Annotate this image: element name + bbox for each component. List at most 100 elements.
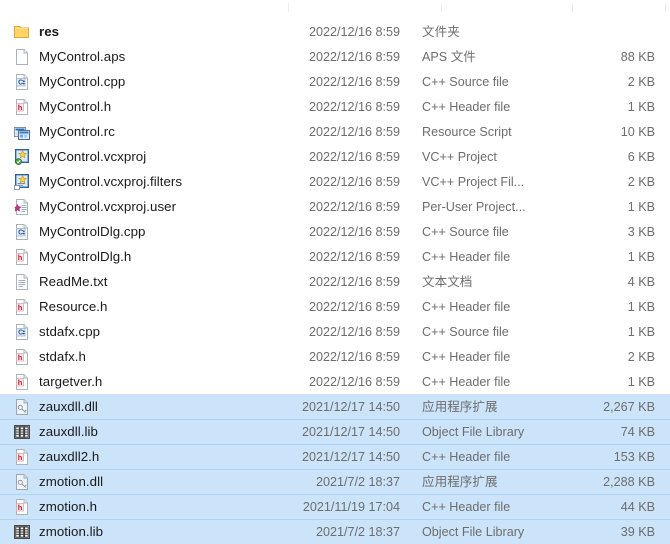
file-name-label: stdafx.h (39, 348, 86, 364)
table-row[interactable]: MyControl.rc 2022/12/16 8:59 Resource Scri… (0, 119, 670, 144)
table-row[interactable]: h Resource.h 2022/12/16 8:59 C++ Header fil… (0, 294, 670, 319)
cell-date-modified: 2021/7/2 18:37 (315, 524, 400, 539)
dll-file-icon (14, 473, 30, 490)
folder-icon (14, 24, 30, 40)
file-name-label: MyControl.vcxproj.filters (39, 173, 183, 189)
table-row[interactable]: zauxdll.dll 2021/12/17 14:50 应用程序扩展 2,267 K… (0, 394, 670, 419)
table-row[interactable]: MyControl.vcxproj 2022/12/16 8:59 VC++ Pro… (0, 144, 670, 169)
cell-type: 文本文档 (422, 274, 473, 289)
h-header-icon: h (14, 348, 30, 365)
text-file-icon (14, 273, 30, 290)
cell-type: Resource Script (422, 124, 512, 139)
cell-name[interactable]: C MyControlDlg.cpp (14, 223, 288, 240)
cell-type: C++ Source file (422, 324, 509, 339)
dll-file-icon (14, 398, 30, 415)
cell-date-modified: 2022/12/16 8:59 (308, 49, 400, 64)
cell-name[interactable]: h zmotion.h (14, 498, 288, 515)
cell-type: 应用程序扩展 (422, 399, 498, 414)
table-row[interactable]: C MyControl.cpp 2022/12/16 8:59 C++ Source … (0, 69, 670, 94)
cell-size: 1 KB (627, 374, 655, 389)
file-name-label: MyControlDlg.h (39, 248, 132, 264)
cell-name[interactable]: zauxdll.lib (14, 424, 288, 440)
svg-text:h: h (18, 352, 23, 361)
cell-name[interactable]: MyControl.aps (14, 48, 288, 65)
cell-name[interactable]: h MyControl.h (14, 98, 288, 115)
cell-size: 6 KB (627, 149, 655, 164)
cell-name[interactable]: MyControl.vcxproj.filters (14, 173, 288, 190)
cell-type: 应用程序扩展 (422, 474, 498, 489)
cell-date-modified: 2022/12/16 8:59 (308, 124, 400, 139)
svg-text:C: C (18, 229, 23, 236)
table-row[interactable]: h MyControlDlg.h 2022/12/16 8:59 C++ Header… (0, 244, 670, 269)
cell-name[interactable]: ReadMe.txt (14, 273, 288, 290)
cell-type: C++ Header file (422, 299, 511, 314)
svg-text:h: h (18, 377, 23, 386)
table-row[interactable]: zauxdll.lib 2021/12/17 14:50 Object File L… (0, 419, 670, 444)
vcxproj-user-icon (14, 198, 30, 215)
cell-name[interactable]: MyControl.rc (14, 124, 288, 140)
cell-name[interactable]: MyControl.vcxproj.user (14, 198, 288, 215)
cell-type: VC++ Project Fil... (422, 174, 525, 189)
file-name-label: zauxdll.dll (39, 398, 98, 414)
svg-text:h: h (18, 102, 23, 111)
h-header-icon: h (14, 98, 30, 115)
column-divider-tick-0 (288, 3, 289, 12)
table-row[interactable]: h stdafx.h 2022/12/16 8:59 C++ Header file 2… (0, 344, 670, 369)
cell-name[interactable]: h stdafx.h (14, 348, 288, 365)
table-row[interactable]: h zmotion.h 2021/11/19 17:04 C++ Header fil… (0, 494, 670, 519)
cell-size: 2 KB (627, 174, 655, 189)
cell-size: 1 KB (627, 324, 655, 339)
cell-name[interactable]: MyControl.vcxproj (14, 148, 288, 165)
vcxproj-icon (14, 148, 30, 165)
cell-name[interactable]: h MyControlDlg.h (14, 248, 288, 265)
cell-name[interactable]: h targetver.h (14, 373, 288, 390)
cell-date-modified: 2022/12/16 8:59 (308, 324, 400, 339)
cell-name[interactable]: zauxdll.dll (14, 398, 288, 415)
h-header-icon: h (14, 298, 30, 315)
svg-text:h: h (18, 252, 23, 261)
cell-date-modified: 2022/12/16 8:59 (308, 374, 400, 389)
file-name-label: MyControl.aps (39, 48, 126, 64)
cell-type: C++ Header file (422, 249, 511, 264)
table-row[interactable]: res 2022/12/16 8:59 文件夹 (0, 19, 670, 44)
cell-size: 1 KB (627, 99, 655, 114)
file-name-label: MyControl.rc (39, 123, 115, 139)
table-row[interactable]: h MyControl.h 2022/12/16 8:59 C++ Header fi… (0, 94, 670, 119)
cell-name[interactable]: C MyControl.cpp (14, 73, 288, 90)
column-divider-tick-2 (572, 3, 573, 12)
cell-date-modified: 2022/12/16 8:59 (308, 174, 400, 189)
table-row[interactable]: C MyControlDlg.cpp 2022/12/16 8:59 C++ Sour… (0, 219, 670, 244)
cell-name[interactable]: h zauxdll2.h (14, 448, 288, 465)
cell-date-modified: 2022/12/16 8:59 (308, 299, 400, 314)
vcxproj-filters-icon (14, 173, 30, 190)
svg-text:C: C (18, 329, 23, 336)
file-name-label: stdafx.cpp (39, 323, 101, 339)
table-row[interactable]: ReadMe.txt 2022/12/16 8:59 文本文档 4 KB (0, 269, 670, 294)
cell-date-modified: 2021/7/2 18:37 (315, 474, 400, 489)
cell-date-modified: 2022/12/16 8:59 (308, 24, 400, 39)
table-row[interactable]: zmotion.lib 2021/7/2 18:37 Object File Lib… (0, 519, 670, 544)
table-row[interactable]: Cstdafx.cpp 2022/12/16 8:59 C++ Source fil… (0, 319, 670, 344)
table-row[interactable]: MyControl.aps 2022/12/16 8:59 APS 文件 88 KB (0, 44, 670, 69)
table-row[interactable]: MyControl.vcxproj.filters 2022/12/16 8:59… (0, 169, 670, 194)
cell-size: 1 KB (627, 249, 655, 264)
cell-size: 4 KB (627, 274, 655, 289)
cell-name[interactable]: h Resource.h (14, 298, 288, 315)
file-name-label: res (39, 23, 60, 39)
table-row[interactable]: h zauxdll2.h 2021/12/17 14:50 C++ Header fi… (0, 444, 670, 469)
file-list[interactable]: res 2022/12/16 8:59 文件夹 MyControl.aps 2022/1… (0, 19, 670, 544)
file-explorer-details-view: res 2022/12/16 8:59 文件夹 MyControl.aps 2022/1… (0, 0, 670, 544)
cell-type: Object File Library (422, 524, 525, 539)
cell-name[interactable]: zmotion.lib (14, 524, 288, 540)
cell-size: 2,288 KB (603, 474, 655, 489)
cell-name[interactable]: zmotion.dll (14, 473, 288, 490)
table-row[interactable]: zmotion.dll 2021/7/2 18:37 应用程序扩展 2,288 KB (0, 469, 670, 494)
file-name-label: zmotion.lib (39, 523, 104, 539)
table-row[interactable]: MyControl.vcxproj.user 2022/12/16 8:59 Per… (0, 194, 670, 219)
table-row[interactable]: h targetver.h 2022/12/16 8:59 C++ Header fi… (0, 369, 670, 394)
cell-name[interactable]: res (14, 24, 288, 40)
cell-name[interactable]: Cstdafx.cpp (14, 323, 288, 340)
cell-type: C++ Header file (422, 349, 511, 364)
file-name-label: Resource.h (39, 298, 108, 314)
file-name-label: zauxdll2.h (39, 448, 100, 464)
